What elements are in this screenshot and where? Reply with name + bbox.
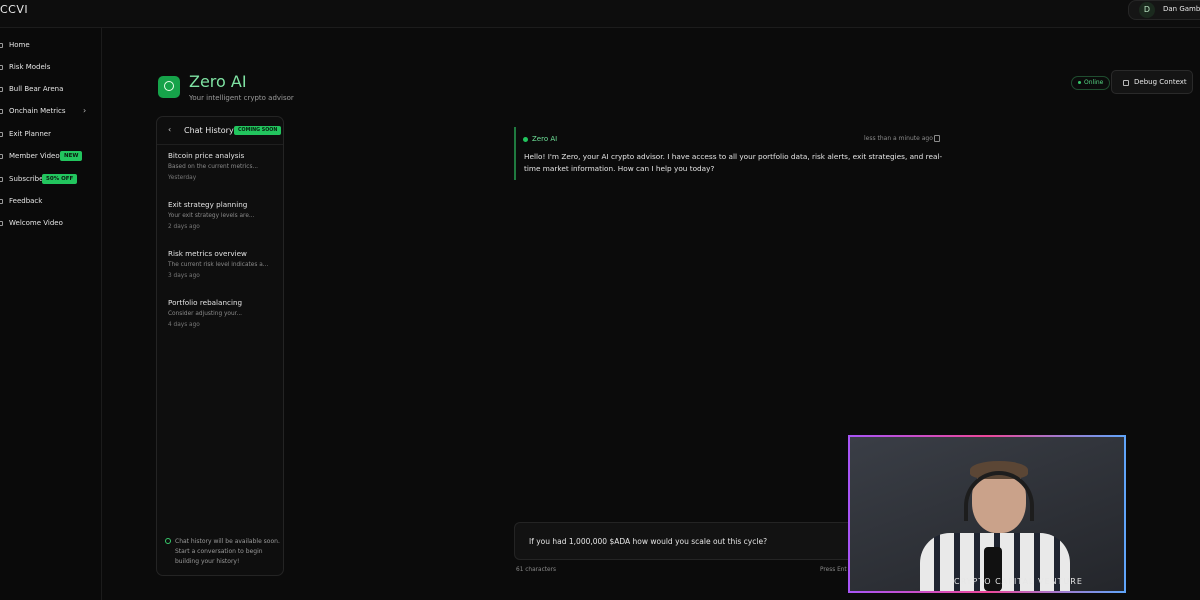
debug-context-label: Debug Context [1134,78,1187,86]
chat-input[interactable]: If you had 1,000,000 $ADA how would you … [514,522,854,560]
metrics-icon [0,109,3,114]
history-item-preview: Your exit strategy levels are... [168,213,255,219]
history-item-date: 4 days ago [168,322,200,328]
message-text: Hello! I'm Zero, your AI crypto advisor.… [524,152,943,173]
copy-icon[interactable] [934,135,940,142]
play-icon [0,221,3,226]
history-item-preview: The current risk level indicates a... [168,262,269,268]
page-title: Zero AI [189,72,247,91]
sidebar-item-risk-models[interactable]: Risk Models [0,60,100,76]
debug-icon [1123,80,1129,86]
coming-soon-badge: COMING SOON [234,126,282,135]
history-item[interactable]: Risk metrics overview The current risk l… [168,249,278,279]
webcam-brand: CRYPTO CAPITAL VENTURE [954,577,1083,586]
webcam-overlay: CRYPTO CAPITAL VENTURE [848,435,1126,593]
sidebar-item-welcome-video[interactable]: Welcome Video [0,216,100,232]
chat-input-value: If you had 1,000,000 $ADA how would you … [529,537,768,546]
sidebar-item-label: Feedback [9,197,43,205]
sidebar-item-label: Risk Models [9,63,51,71]
sidebar-item-label: Welcome Video [9,219,63,227]
history-item-title: Bitcoin price analysis [168,151,245,160]
new-badge: NEW [60,151,83,161]
history-item-preview: Consider adjusting your... [168,311,243,317]
assistant-dot-icon [523,137,528,142]
feedback-icon [0,199,3,204]
sidebar-item-feedback[interactable]: Feedback [0,194,100,210]
history-item-title: Risk metrics overview [168,249,247,258]
sidebar-item-label: Bull Bear Arena [9,85,64,93]
chat-history-panel: ‹ Chat History COMING SOON Bitcoin price… [156,116,284,576]
character-count: 61 characters [516,567,556,573]
history-item-date: 2 days ago [168,224,200,230]
arena-icon [0,87,3,92]
avatar: D [1139,2,1155,18]
sidebar-item-exit-planner[interactable]: Exit Planner [0,127,100,143]
info-icon [165,538,171,544]
chevron-left-icon[interactable]: ‹ [168,125,171,134]
user-name: Dan Gambi [1163,5,1200,13]
chat-history-header: ‹ Chat History COMING SOON [157,117,283,145]
history-item[interactable]: Bitcoin price analysis Based on the curr… [168,151,278,181]
sidebar-item-member-videos[interactable]: Member Videos NEW [0,149,100,165]
chat-history-title: Chat History [184,126,234,135]
history-item[interactable]: Exit strategy planning Your exit strateg… [168,200,278,230]
assistant-message: Zero AI less than a minute ago Hello! I'… [514,127,944,180]
sidebar-item-label: Onchain Metrics [9,107,66,115]
home-icon [0,43,3,48]
history-item-title: Portfolio rebalancing [168,298,243,307]
status-text: Online [1084,79,1104,86]
sidebar-item-label: Subscribe [9,175,44,183]
history-note: Chat history will be available soon. Sta… [165,537,283,567]
sidebar-item-bull-bear-arena[interactable]: Bull Bear Arena [0,82,100,98]
sidebar-item-label: Exit Planner [9,130,51,138]
message-author: Zero AI [532,135,558,143]
history-item-preview: Based on the current metrics... [168,164,259,170]
history-note-text: Chat history will be available soon. Sta… [175,538,280,565]
page-subtitle: Your intelligent crypto advisor [189,94,294,102]
user-menu[interactable]: D Dan Gambi [1128,0,1200,20]
sidebar: Home Risk Models Bull Bear Arena Onchain… [0,28,102,600]
sidebar-item-onchain-metrics[interactable]: Onchain Metrics › [0,104,100,120]
video-icon [0,154,3,159]
status-badge: Online [1071,76,1111,90]
sidebar-item-label: Home [9,41,30,49]
send-hint: Press Ent [820,567,847,573]
message-time: less than a minute ago [864,135,933,142]
subscribe-icon [0,177,3,182]
history-item[interactable]: Portfolio rebalancing Consider adjusting… [168,298,278,328]
chevron-right-icon: › [83,106,87,115]
app-logo[interactable]: CCVI [0,3,28,16]
sidebar-item-subscribe[interactable]: Subscribe 50% OFF [0,172,100,188]
lightbulb-icon [158,76,180,98]
history-item-title: Exit strategy planning [168,200,248,209]
discount-badge: 50% OFF [42,174,78,184]
debug-context-button[interactable]: Debug Context [1111,70,1193,94]
history-item-date: Yesterday [168,175,197,181]
exit-icon [0,132,3,137]
online-dot-icon [1078,81,1081,84]
sidebar-item-label: Member Videos [9,152,64,160]
history-item-date: 3 days ago [168,273,200,279]
risk-icon [0,65,3,70]
top-bar: CCVI D Dan Gambi [0,0,1200,28]
sidebar-item-home[interactable]: Home [0,38,100,54]
